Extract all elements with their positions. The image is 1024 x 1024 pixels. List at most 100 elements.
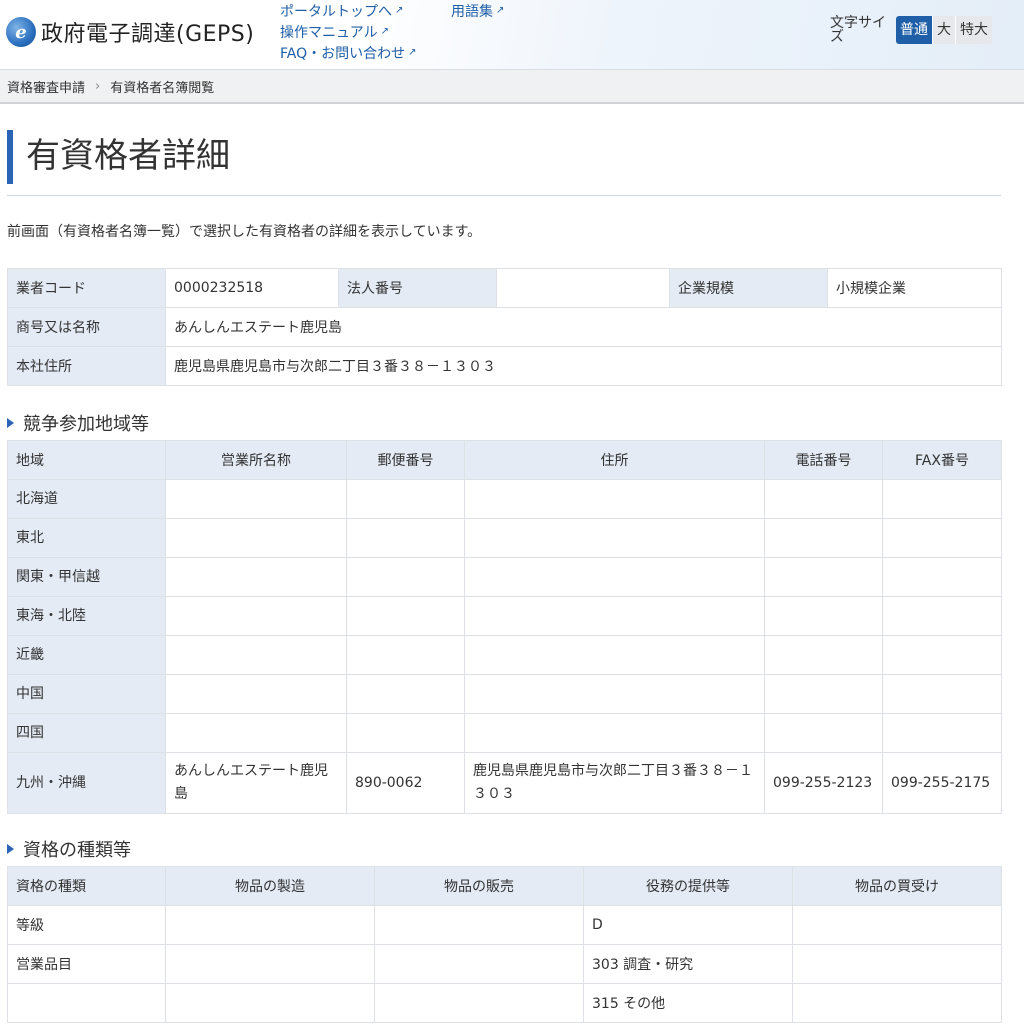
qualifications-section-title: 資格の種類等 — [7, 836, 131, 862]
table-cell — [165, 905, 375, 945]
column-header: 物品の販売 — [374, 866, 584, 906]
table-row: 本社住所 鹿児島県鹿児島市与次郎二丁目３番３８－１３０３ — [7, 346, 1002, 386]
glossary-link[interactable]: 用語集 ↗ — [451, 0, 504, 21]
faq-link[interactable]: FAQ・お問い合わせ ↗ — [280, 42, 417, 63]
font-size-label: 文字サイズ — [830, 15, 886, 45]
table-cell — [464, 713, 765, 753]
table-cell — [464, 596, 765, 636]
table-cell — [374, 905, 584, 945]
table-cell — [374, 983, 584, 1023]
table-row: 中国 — [7, 674, 1002, 714]
table-row: 関東・甲信越 — [7, 557, 1002, 597]
font-size-large-button[interactable]: 大 — [932, 16, 955, 44]
section-arrow-icon — [7, 418, 14, 428]
table-cell — [764, 713, 883, 753]
table-cell — [464, 518, 765, 558]
breadcrumb-item-qualified-list: 有資格者名簿閲覧 — [110, 80, 215, 96]
app-title: 政府電子調達(GEPS) — [41, 22, 255, 47]
page-title: 有資格者詳細 — [7, 130, 230, 184]
row-label-cell: 営業品目 — [7, 944, 166, 984]
external-link-icon: ↗ — [496, 5, 505, 16]
table-row: 等級 D — [7, 905, 1002, 945]
company-name-label: 商号又は名称 — [7, 307, 166, 347]
corporate-number-value — [496, 268, 670, 308]
company-scale-label: 企業規模 — [669, 268, 828, 308]
table-cell — [882, 518, 1002, 558]
column-header: 物品の製造 — [165, 866, 375, 906]
row-label-cell: 四国 — [7, 713, 166, 753]
table-cell: あんしんエステート鹿児島 — [165, 752, 347, 814]
header-links-primary: ポータルトップへ ↗ 操作マニュアル ↗ FAQ・お問い合わせ ↗ — [280, 0, 417, 63]
table-cell — [764, 518, 883, 558]
row-label-cell: 中国 — [7, 674, 166, 714]
table-cell — [374, 944, 584, 984]
table-cell — [792, 944, 1002, 984]
row-label-cell: 九州・沖縄 — [7, 752, 166, 814]
column-header: 営業所名称 — [165, 440, 347, 480]
app-header: e 政府電子調達(GEPS) ポータルトップへ ↗ 操作マニュアル ↗ FAQ・お問… — [0, 0, 1024, 70]
breadcrumb-item-qualification-application[interactable]: 資格審査申請 — [7, 77, 85, 96]
column-header: 郵便番号 — [346, 440, 465, 480]
table-cell — [464, 635, 765, 675]
row-label-cell: 東海・北陸 — [7, 596, 166, 636]
logo[interactable]: e 政府電子調達(GEPS) — [6, 16, 254, 48]
column-header: FAX番号 — [882, 440, 1002, 480]
column-header: 電話番号 — [764, 440, 883, 480]
table-cell — [165, 674, 347, 714]
table-cell — [764, 674, 883, 714]
portal-top-link[interactable]: ポータルトップへ ↗ — [280, 0, 417, 21]
table-cell — [464, 557, 765, 597]
table-row: 営業品目 303 調査・研究 — [7, 944, 1002, 984]
head-office-address-value: 鹿児島県鹿児島市与次郎二丁目３番３８－１３０３ — [165, 346, 1002, 386]
table-cell: 099-255-2175 — [882, 752, 1002, 814]
font-size-switcher: 文字サイズ 普通 大 特大 — [830, 16, 992, 44]
column-header: 役務の提供等 — [583, 866, 793, 906]
table-cell — [882, 479, 1002, 519]
font-size-normal-button[interactable]: 普通 — [896, 16, 932, 44]
table-cell — [764, 479, 883, 519]
table-cell — [165, 479, 347, 519]
font-size-xlarge-button[interactable]: 特大 — [955, 16, 992, 44]
breadcrumb: 資格審査申請 › 有資格者名簿閲覧 — [0, 70, 1024, 104]
row-label-cell: 東北 — [7, 518, 166, 558]
section-arrow-icon — [7, 844, 14, 854]
table-cell: D — [583, 905, 793, 945]
row-label-cell: 関東・甲信越 — [7, 557, 166, 597]
table-cell: 鹿児島県鹿児島市与次郎二丁目３番３８－１３０３ — [464, 752, 765, 814]
table-cell — [764, 557, 883, 597]
header-links-secondary: 用語集 ↗ — [451, 0, 504, 21]
qualifications-table: 資格の種類 物品の製造 物品の販売 役務の提供等 物品の買受け 等級 D 営業品目 3… — [7, 866, 1002, 1023]
external-link-icon: ↗ — [408, 47, 417, 58]
company-name-value: あんしんエステート鹿児島 — [165, 307, 1002, 347]
table-cell — [165, 596, 347, 636]
table-header-row: 地域 営業所名称 郵便番号 住所 電話番号 FAX番号 — [7, 440, 1002, 480]
row-label-cell: 北海道 — [7, 479, 166, 519]
table-cell — [882, 674, 1002, 714]
table-row: 四国 — [7, 713, 1002, 753]
table-cell: 099-255-2123 — [764, 752, 883, 814]
table-cell — [346, 674, 465, 714]
page-description: 前画面（有資格者名簿一覧）で選択した有資格者の詳細を表示しています。 — [7, 224, 482, 240]
table-row: 東北 — [7, 518, 1002, 558]
table-cell: 890-0062 — [346, 752, 465, 814]
table-cell — [165, 635, 347, 675]
breadcrumb-separator-icon: › — [95, 78, 101, 94]
company-scale-value: 小規模企業 — [827, 268, 1002, 308]
table-cell — [165, 983, 375, 1023]
table-row: 業者コード 0000232518 法人番号 企業規模 小規模企業 — [7, 268, 1002, 308]
table-cell: 303 調査・研究 — [583, 944, 793, 984]
company-info-table: 業者コード 0000232518 法人番号 企業規模 小規模企業 商号又は名称 … — [7, 268, 1002, 386]
table-cell — [882, 713, 1002, 753]
column-header: 住所 — [464, 440, 765, 480]
table-cell — [464, 479, 765, 519]
table-row: 315 その他 — [7, 983, 1002, 1023]
external-link-icon: ↗ — [395, 5, 404, 16]
table-cell — [792, 983, 1002, 1023]
company-code-label: 業者コード — [7, 268, 166, 308]
column-header: 資格の種類 — [7, 866, 166, 906]
geps-logo-icon: e — [6, 17, 36, 47]
manual-link[interactable]: 操作マニュアル ↗ — [280, 21, 417, 42]
column-header: 地域 — [7, 440, 166, 480]
table-cell — [764, 596, 883, 636]
qualifications-table-body: 等級 D 営業品目 303 調査・研究 315 その他 — [7, 905, 1002, 1023]
